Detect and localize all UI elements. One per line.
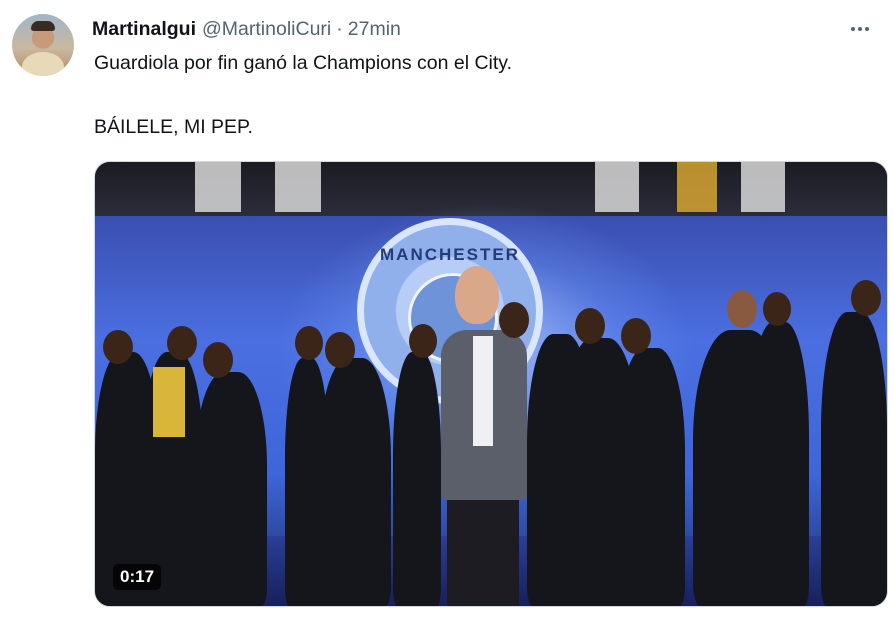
performer bbox=[821, 312, 887, 606]
dancer-head bbox=[455, 266, 499, 324]
performer-head bbox=[851, 280, 881, 316]
tweet-header: Martinalgui @MartinoliCuri · 27min bbox=[92, 16, 874, 42]
performer bbox=[749, 322, 809, 606]
performer-head bbox=[167, 326, 197, 360]
dancer-legs bbox=[447, 492, 519, 606]
performer bbox=[393, 352, 441, 606]
performer-head bbox=[727, 290, 757, 328]
performer-head bbox=[499, 302, 529, 338]
video-duration: 0:17 bbox=[113, 564, 162, 590]
performer-top bbox=[153, 367, 185, 437]
performer bbox=[195, 372, 267, 606]
more-dot bbox=[865, 27, 869, 31]
crest-text: MANCHESTER bbox=[380, 245, 520, 264]
avatar-hair bbox=[31, 21, 55, 31]
timestamp[interactable]: 27min bbox=[348, 18, 401, 41]
more-dot bbox=[858, 27, 862, 31]
author-handle[interactable]: @MartinoliCuri bbox=[202, 18, 331, 41]
performer bbox=[617, 348, 685, 606]
performer-head bbox=[103, 330, 133, 364]
dancer-shirt bbox=[473, 336, 493, 446]
performer-head bbox=[325, 332, 355, 368]
performer-head bbox=[409, 324, 437, 358]
separator-dot: · bbox=[336, 17, 343, 40]
more-dot bbox=[851, 27, 855, 31]
performer bbox=[319, 358, 391, 606]
video-banner bbox=[741, 162, 785, 212]
avatar-shirt bbox=[22, 52, 64, 76]
tweet-text-line: BÁILELE, MI PEP. bbox=[94, 116, 253, 138]
performer-head bbox=[295, 326, 323, 360]
performer-head bbox=[621, 318, 651, 354]
video-banner bbox=[195, 162, 241, 212]
tweet-text-line: Guardiola por fin ganó la Champions con … bbox=[94, 52, 513, 74]
avatar[interactable] bbox=[12, 14, 74, 76]
video-player[interactable]: MANCHESTER 0:17 bbox=[94, 161, 888, 607]
more-horizontal-icon[interactable] bbox=[846, 18, 874, 40]
performer-head bbox=[203, 342, 233, 378]
performer-head bbox=[575, 308, 605, 344]
performer-head bbox=[763, 292, 791, 326]
author-name[interactable]: Martinalgui bbox=[92, 18, 196, 41]
